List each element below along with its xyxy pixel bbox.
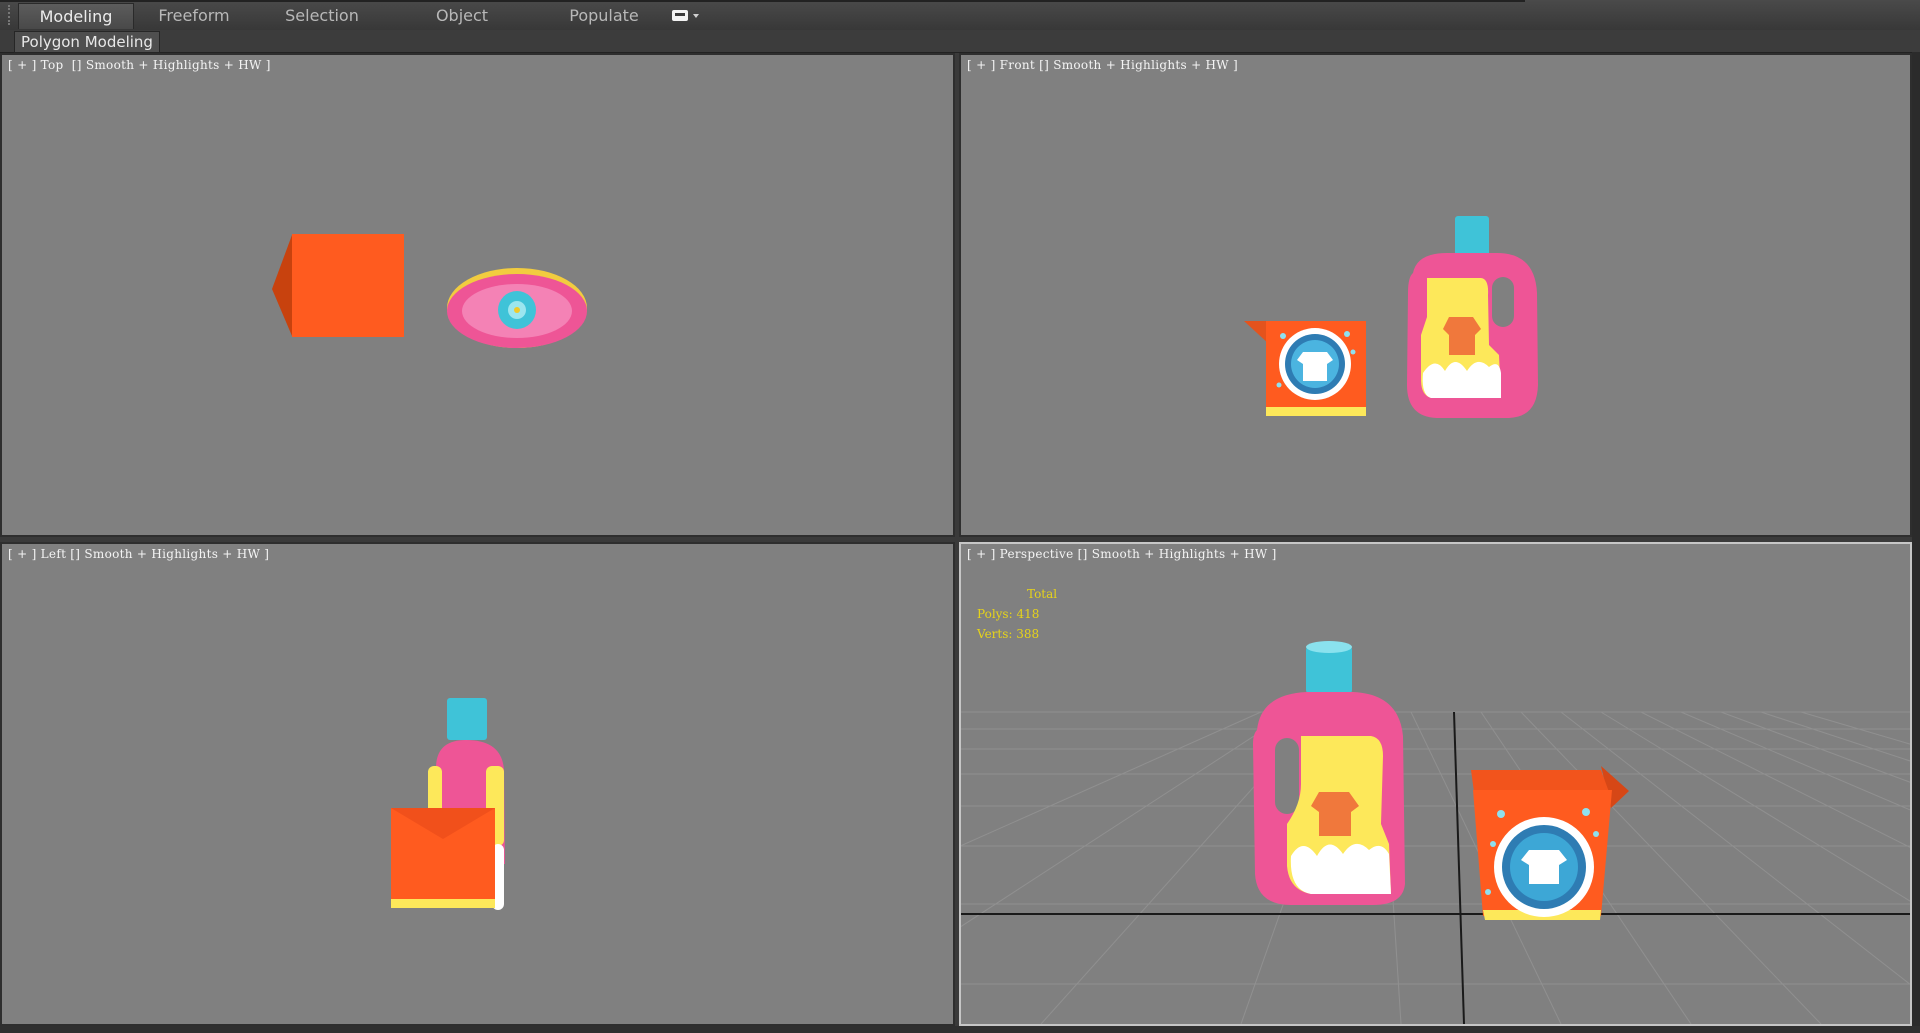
viewport-left[interactable]: [ + ] Left [] Smooth + Highlights + HW ]	[0, 542, 955, 1026]
powder-box-left-view[interactable]	[391, 808, 495, 908]
bottle-perspective-view[interactable]	[1253, 641, 1405, 905]
ribbon-tab-bar: Modeling Freeform Selection Object Paint…	[0, 0, 1920, 51]
tab-populate[interactable]: Populate	[552, 3, 656, 29]
ribbon-options-icon[interactable]	[671, 8, 703, 22]
ribbon-sub-bar: Polygon Modeling	[0, 30, 1920, 53]
tab-modeling[interactable]: Modeling	[18, 3, 134, 29]
tab-object-paint[interactable]: Object Paint	[404, 3, 520, 51]
bottom-strip	[0, 1026, 1920, 1033]
tab-selection[interactable]: Selection	[270, 3, 374, 29]
viewport-top[interactable]: [ + ] Top [] Smooth + Highlights + HW ]	[0, 53, 955, 537]
powder-box-top-view[interactable]	[272, 234, 404, 337]
left-view-scene	[391, 698, 505, 910]
top-view-scene	[272, 234, 587, 348]
front-view-scene	[1244, 216, 1538, 418]
right-panel-scrollbar[interactable]	[1912, 52, 1920, 1033]
viewport-perspective[interactable]: [ + ] Perspective [] Smooth + Highlights…	[959, 542, 1912, 1026]
ribbon-top-line	[0, 0, 1525, 2]
ribbon-grip-handle[interactable]	[8, 5, 16, 25]
bottle-front-view[interactable]	[1407, 216, 1538, 418]
perspective-view-scene	[961, 641, 1910, 1024]
polygon-modeling-button[interactable]: Polygon Modeling	[14, 31, 160, 53]
viewport-front[interactable]: [ + ] Front [] Smooth + Highlights + HW …	[959, 53, 1912, 537]
powder-box-front-view[interactable]	[1244, 321, 1366, 416]
bottle-top-view[interactable]	[447, 268, 587, 348]
perspective-grid	[961, 711, 1910, 1024]
perspective-axes	[961, 711, 1910, 1024]
tab-freeform[interactable]: Freeform	[142, 3, 246, 29]
